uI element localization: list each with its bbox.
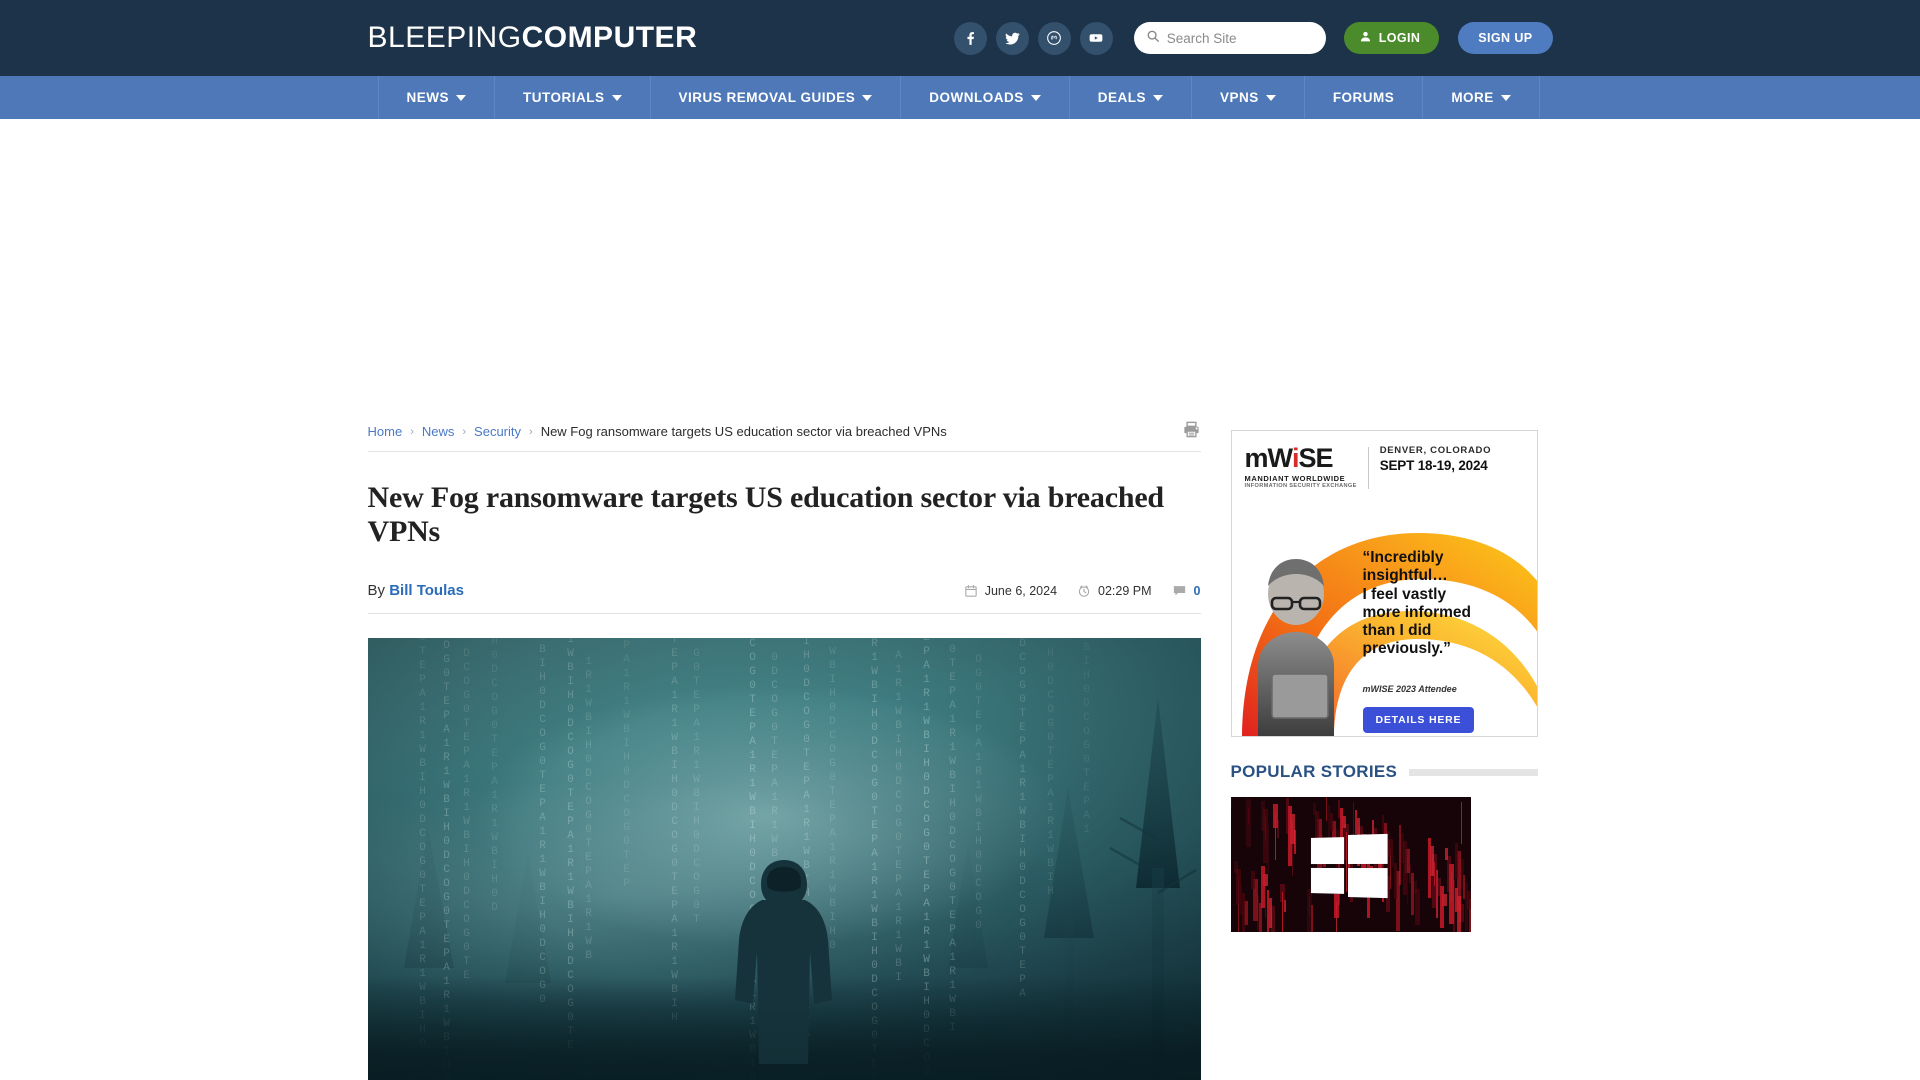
clock-icon xyxy=(1077,584,1091,598)
breadcrumb-separator: › xyxy=(462,425,467,438)
breadcrumb-item-3[interactable]: Security xyxy=(474,424,521,439)
nav-item-label: VIRUS REMOVAL GUIDES xyxy=(678,90,856,105)
quote-line-5: than I did xyxy=(1362,622,1432,640)
printer-icon[interactable] xyxy=(1182,420,1201,444)
publish-time: 02:29 PM xyxy=(1077,584,1152,598)
login-button[interactable]: LOGIN xyxy=(1343,22,1440,54)
chevron-down-icon xyxy=(1030,94,1041,101)
logo-text-bold: COMPUTER xyxy=(521,21,698,54)
mwise-brand-m: m xyxy=(1244,443,1269,473)
nav-item-news[interactable]: NEWS xyxy=(377,76,495,119)
chevron-down-icon xyxy=(1500,94,1511,101)
mwise-divider xyxy=(1367,447,1369,490)
mwise-attribution: mWISE 2023 Attendee xyxy=(1362,684,1457,694)
nav-item-deals[interactable]: DEALS xyxy=(1070,76,1193,119)
mwise-location: DENVER, COLORADO xyxy=(1379,445,1492,456)
quote-line-1: “Incredibly xyxy=(1362,549,1444,566)
breadcrumb: Home › News › Security › New Fog ransomware ta… xyxy=(368,424,947,439)
nav-item-forums[interactable]: FORUMS xyxy=(1305,76,1424,119)
mwise-quote: “Incredibly insightful… I feel vastly mo… xyxy=(1363,549,1528,659)
chevron-down-icon xyxy=(611,94,622,101)
article-byline: By Bill Toulas June 6, 2024 02:29 PM 0 xyxy=(367,582,1201,614)
byline-prefix: By xyxy=(367,582,386,599)
nav-item-downloads[interactable]: DOWNLOADS xyxy=(901,76,1070,119)
mastodon-icon[interactable] xyxy=(1037,21,1071,55)
attendee-photo xyxy=(1257,559,1334,736)
mwise-subtitle-2: INFORMATION SECURITY EXCHANGE xyxy=(1244,482,1357,489)
nav-item-label: DOWNLOADS xyxy=(929,90,1024,105)
search-icon xyxy=(1146,29,1160,48)
mwise-dates: SEPT 18-19, 2024 xyxy=(1379,458,1488,473)
chevron-down-icon xyxy=(1153,94,1164,101)
details-here-button[interactable]: DETAILS HERE xyxy=(1362,707,1475,733)
header-rule xyxy=(1409,768,1538,776)
nav-item-tutorials[interactable]: TUTORIALS xyxy=(495,76,651,119)
nav-item-vpns[interactable]: VPNS xyxy=(1192,76,1305,119)
breadcrumb-separator: › xyxy=(410,425,414,438)
nav-item-label: NEWS xyxy=(406,90,449,105)
nav-item-label: TUTORIALS xyxy=(523,90,605,105)
nav-item-label: MORE xyxy=(1451,90,1494,105)
chevron-down-icon xyxy=(456,94,466,101)
quote-line-3: I feel vastly xyxy=(1362,585,1447,603)
quote-line-2: insightful… xyxy=(1362,567,1448,585)
facebook-icon[interactable] xyxy=(953,21,987,55)
breadcrumb-item-1[interactable]: Home xyxy=(368,424,403,439)
signup-button[interactable]: SIGN UP xyxy=(1458,22,1553,54)
comments-link[interactable]: 0 xyxy=(1172,583,1201,598)
mwise-brand-se: SE xyxy=(1298,443,1334,473)
nav-item-label: VPNS xyxy=(1220,90,1259,105)
publish-date: June 6, 2024 xyxy=(964,584,1057,598)
article-hero-image: 0TEPA1R1WBIH0DCOG0TEPA1R1WBIH0OG0TEPA1R1… xyxy=(367,638,1201,1080)
mwise-subtitle-1: MANDIANT WORLDWIDE xyxy=(1244,474,1346,483)
popular-stories-header: POPULAR STORIES xyxy=(1231,762,1538,782)
search-input[interactable] xyxy=(1166,30,1314,46)
vignette-overlay xyxy=(367,638,1201,1080)
leaderboard-ad-slot xyxy=(0,119,1920,412)
breadcrumb-item-2[interactable]: News xyxy=(422,424,455,439)
nav-item-virus-removal-guides[interactable]: VIRUS REMOVAL GUIDES xyxy=(651,76,902,119)
publish-date-label: June 6, 2024 xyxy=(984,583,1058,598)
site-logo[interactable]: BLEEPINGCOMPUTER xyxy=(368,21,698,55)
mwise-brand-w: W xyxy=(1267,443,1294,473)
logo-text-light: BLEEPING xyxy=(367,21,522,54)
chevron-down-icon xyxy=(1265,94,1276,101)
breadcrumb-separator: › xyxy=(529,425,533,438)
breadcrumb-row: Home › News › Security › New Fog ransomware ta… xyxy=(367,412,1201,452)
nav-item-more[interactable]: MORE xyxy=(1423,76,1540,119)
chevron-down-icon xyxy=(862,94,873,101)
calendar-icon xyxy=(964,584,978,598)
author-link[interactable]: Bill Toulas xyxy=(389,582,464,599)
signup-label: SIGN UP xyxy=(1478,31,1533,45)
site-header: BLEEPINGCOMPUTER Search Site LOGIN SIGN … xyxy=(0,0,1920,76)
quote-line-6: previously.” xyxy=(1362,640,1451,658)
popular-stories-title: POPULAR STORIES xyxy=(1230,762,1398,781)
comment-bubble-icon xyxy=(1172,583,1187,598)
search-box[interactable] xyxy=(1133,22,1326,54)
byline-author-block: By Bill Toulas xyxy=(368,582,464,599)
mwise-logo: m Wi SE MANDIANT WORLDWIDE INFORMATION SEC… xyxy=(1245,445,1357,489)
mwise-advertisement[interactable]: m Wi SE MANDIANT WORLDWIDE INFORMATION SEC… xyxy=(1230,430,1538,737)
nav-item-label: FORUMS xyxy=(1332,90,1395,105)
article-main-column: Home › News › Security › New Fog ransomware ta… xyxy=(367,412,1201,1080)
nav-item-label: DEALS xyxy=(1097,90,1147,105)
twitter-icon[interactable] xyxy=(995,21,1029,55)
breadcrumb-item-4: New Fog ransomware targets US education … xyxy=(540,424,947,439)
page-title: New Fog ransomware targets US education … xyxy=(367,481,1165,548)
popular-story-thumbnail[interactable] xyxy=(1230,797,1471,932)
publish-time-label: 02:29 PM xyxy=(1098,583,1152,598)
main-navigation: NEWS TUTORIALS VIRUS REMOVAL GUIDES DOWNLOA… xyxy=(0,76,1920,119)
sidebar: m Wi SE MANDIANT WORLDWIDE INFORMATION SEC… xyxy=(1230,412,1538,1080)
comment-count: 0 xyxy=(1193,583,1201,598)
quote-line-4: more informed xyxy=(1362,603,1472,621)
windows-logo-icon xyxy=(1310,833,1388,899)
social-links xyxy=(953,21,1113,55)
login-label: LOGIN xyxy=(1378,31,1421,45)
youtube-icon[interactable] xyxy=(1079,21,1113,55)
user-icon xyxy=(1359,30,1372,46)
